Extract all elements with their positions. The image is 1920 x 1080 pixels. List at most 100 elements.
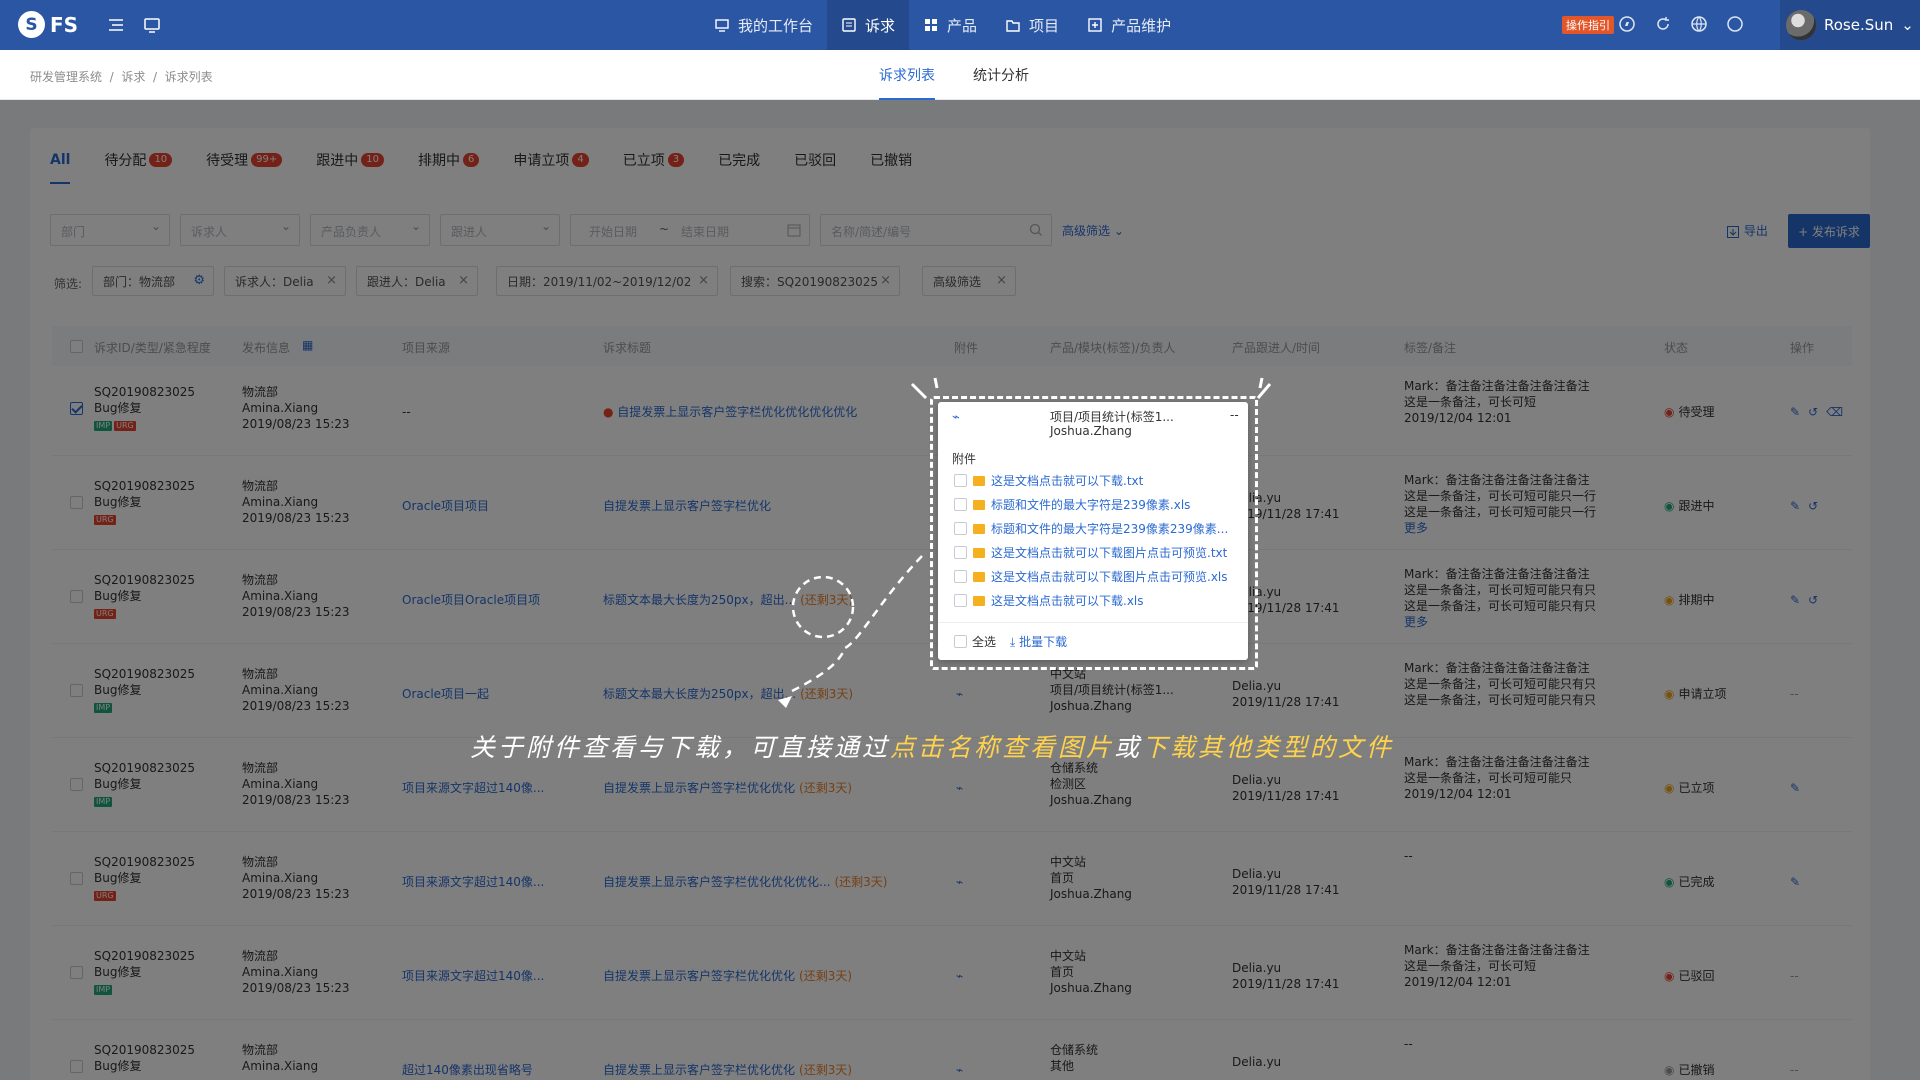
- nav-item-4[interactable]: 产品维护: [1073, 0, 1185, 50]
- edit-icon[interactable]: ✎: [1790, 592, 1800, 608]
- more-link[interactable]: 更多: [1404, 520, 1596, 536]
- status-tab[interactable]: 已完成: [718, 150, 760, 184]
- edit-icon[interactable]: ✎: [1790, 498, 1800, 514]
- screen-icon[interactable]: [143, 16, 161, 34]
- tab-request-list[interactable]: 诉求列表: [860, 50, 954, 100]
- close-icon[interactable]: ×: [996, 273, 1007, 288]
- edit-icon[interactable]: ✎: [1790, 404, 1800, 420]
- close-icon[interactable]: ×: [458, 273, 469, 288]
- row-checkbox[interactable]: [70, 496, 83, 509]
- export-button[interactable]: 导出: [1726, 222, 1768, 239]
- project-source[interactable]: Oracle项目项目: [402, 498, 489, 514]
- request-id[interactable]: SQ20190823025: [94, 478, 195, 494]
- row-checkbox[interactable]: [70, 872, 83, 885]
- requester-select[interactable]: 诉求人: [180, 214, 300, 246]
- delete-icon[interactable]: ⌫: [1826, 404, 1843, 420]
- project-source[interactable]: 项目来源文字超过140像...: [402, 780, 544, 796]
- breadcrumb-item[interactable]: 研发管理系统: [30, 70, 102, 84]
- paperclip-icon[interactable]: ⌁: [956, 968, 963, 984]
- project-source[interactable]: 超过140像素出现省略号: [402, 1062, 533, 1078]
- filter-chip-advanced[interactable]: 高级筛选 ×: [922, 266, 1016, 296]
- filter-config-icon[interactable]: ⚙: [193, 273, 205, 288]
- advanced-filter-toggle[interactable]: 高级筛选 ⌄: [1062, 222, 1124, 239]
- request-title[interactable]: 自提发票上显示客户签字栏优化优化优化优化: [617, 405, 857, 419]
- edit-icon[interactable]: ✎: [1790, 780, 1800, 796]
- request-title[interactable]: 自提发票上显示客户签字栏优化优化: [603, 1063, 795, 1077]
- request-title[interactable]: 自提发票上显示客户签字栏优化优化: [603, 969, 795, 983]
- paperclip-icon[interactable]: ⌁: [956, 874, 963, 890]
- nav-item-0[interactable]: 我的工作台: [700, 0, 827, 50]
- project-source[interactable]: Oracle项目一起: [402, 686, 489, 702]
- status-tab[interactable]: 跟进中 10: [316, 150, 385, 184]
- close-icon[interactable]: ×: [698, 273, 709, 288]
- row-checkbox[interactable]: [70, 684, 83, 697]
- filter-chip-search[interactable]: 搜索：SQ20190823025 ×: [730, 266, 900, 296]
- select-all-checkbox[interactable]: [70, 340, 83, 353]
- request-title[interactable]: 自提发票上显示客户签字栏优化优化优化...: [603, 875, 830, 889]
- help-icon[interactable]: [1726, 15, 1744, 33]
- product-owner-select[interactable]: 产品负责人: [310, 214, 430, 246]
- status-tab[interactable]: 已驳回: [794, 150, 836, 184]
- paperclip-icon[interactable]: ⌁: [956, 686, 963, 702]
- row-checkbox[interactable]: [70, 402, 83, 415]
- filter-chip-requester[interactable]: 诉求人：Delia ×: [224, 266, 346, 296]
- project-source[interactable]: 项目来源文字超过140像...: [402, 968, 544, 984]
- request-id[interactable]: SQ20190823025: [94, 760, 195, 776]
- filter-chip-date[interactable]: 日期：2019/11/02~2019/12/02 ×: [496, 266, 718, 296]
- status-tab[interactable]: 申请立项 4: [513, 150, 589, 184]
- breadcrumb-item[interactable]: 诉求: [121, 70, 145, 84]
- close-icon[interactable]: ×: [326, 273, 337, 288]
- edit-icon[interactable]: ✎: [1790, 874, 1800, 890]
- transfer-icon[interactable]: ↺: [1808, 404, 1818, 420]
- nav-item-1[interactable]: 诉求: [827, 0, 910, 50]
- request-title[interactable]: 自提发票上显示客户签字栏优化: [603, 499, 771, 513]
- paperclip-icon[interactable]: ⌁: [956, 780, 963, 796]
- search-box[interactable]: 名称/简述/编号: [820, 214, 1052, 246]
- row-checkbox[interactable]: [70, 590, 83, 603]
- status-tab[interactable]: 已立项 3: [623, 150, 685, 184]
- request-title[interactable]: 标题文本最大长度为250px，超出...: [603, 687, 796, 701]
- menu-icon[interactable]: [107, 16, 125, 34]
- request-title[interactable]: 自提发票上显示客户签字栏优化优化: [603, 781, 795, 795]
- project-source[interactable]: 项目来源文字超过140像...: [402, 874, 544, 890]
- status-tab[interactable]: 已撤销: [870, 150, 912, 184]
- date-range-picker[interactable]: 开始日期 ~ 结束日期: [570, 214, 810, 246]
- refresh-icon[interactable]: [1654, 15, 1672, 33]
- request-id[interactable]: SQ20190823025: [94, 666, 195, 682]
- calendar-icon[interactable]: ▦: [302, 338, 313, 352]
- filter-chip-follower[interactable]: 跟进人：Delia ×: [356, 266, 478, 296]
- status-tab[interactable]: All: [50, 150, 71, 184]
- status-tab[interactable]: 待分配 10: [104, 150, 173, 184]
- more-link[interactable]: 更多: [1404, 614, 1596, 630]
- transfer-icon[interactable]: ↺: [1808, 592, 1818, 608]
- status-tab[interactable]: 排期中 6: [418, 150, 480, 184]
- dept-select[interactable]: 部门: [50, 214, 170, 246]
- globe-icon[interactable]: [1690, 15, 1708, 33]
- tab-statistics[interactable]: 统计分析: [954, 50, 1048, 100]
- request-id[interactable]: SQ20190823025: [94, 854, 195, 870]
- row-checkbox[interactable]: [70, 966, 83, 979]
- publish-request-button[interactable]: + 发布诉求: [1788, 214, 1870, 248]
- search-input[interactable]: 名称/简述/编号: [831, 223, 911, 240]
- request-id[interactable]: SQ20190823025: [94, 384, 195, 400]
- user-menu[interactable]: Rose.Sun ⌄: [1780, 0, 1920, 50]
- guide-badge[interactable]: 操作指引: [1562, 16, 1614, 34]
- filter-chip-dept[interactable]: 部门：物流部 ⚙: [92, 266, 214, 296]
- project-source[interactable]: Oracle项目Oracle项目项: [402, 592, 540, 608]
- request-id[interactable]: SQ20190823025: [94, 572, 195, 588]
- row-checkbox[interactable]: [70, 778, 83, 791]
- request-id[interactable]: SQ20190823025: [94, 948, 195, 964]
- close-icon[interactable]: ×: [880, 273, 891, 288]
- follower-select[interactable]: 跟进人: [440, 214, 560, 246]
- request-id[interactable]: SQ20190823025: [94, 1042, 195, 1058]
- table-row[interactable]: SQ20190823025 Bug修复 URG 物流部 Amina.Xiang 2019/…: [52, 838, 1852, 926]
- transfer-icon[interactable]: ↺: [1808, 498, 1818, 514]
- request-title[interactable]: 标题文本最大长度为250px，超出...: [603, 593, 796, 607]
- table-row[interactable]: SQ20190823025 Bug修复 IMP 物流部 Amina.Xiang 2019/…: [52, 932, 1852, 1020]
- status-tab[interactable]: 待受理 99+: [206, 150, 283, 184]
- nav-item-3[interactable]: 项目: [991, 0, 1073, 50]
- search-icon[interactable]: [1029, 223, 1043, 237]
- app-logo[interactable]: S FS: [18, 11, 78, 38]
- table-row[interactable]: SQ20190823025 Bug修复 物流部 Amina.Xiang 超过140像素出…: [52, 1026, 1852, 1080]
- paperclip-icon[interactable]: ⌁: [956, 1062, 963, 1078]
